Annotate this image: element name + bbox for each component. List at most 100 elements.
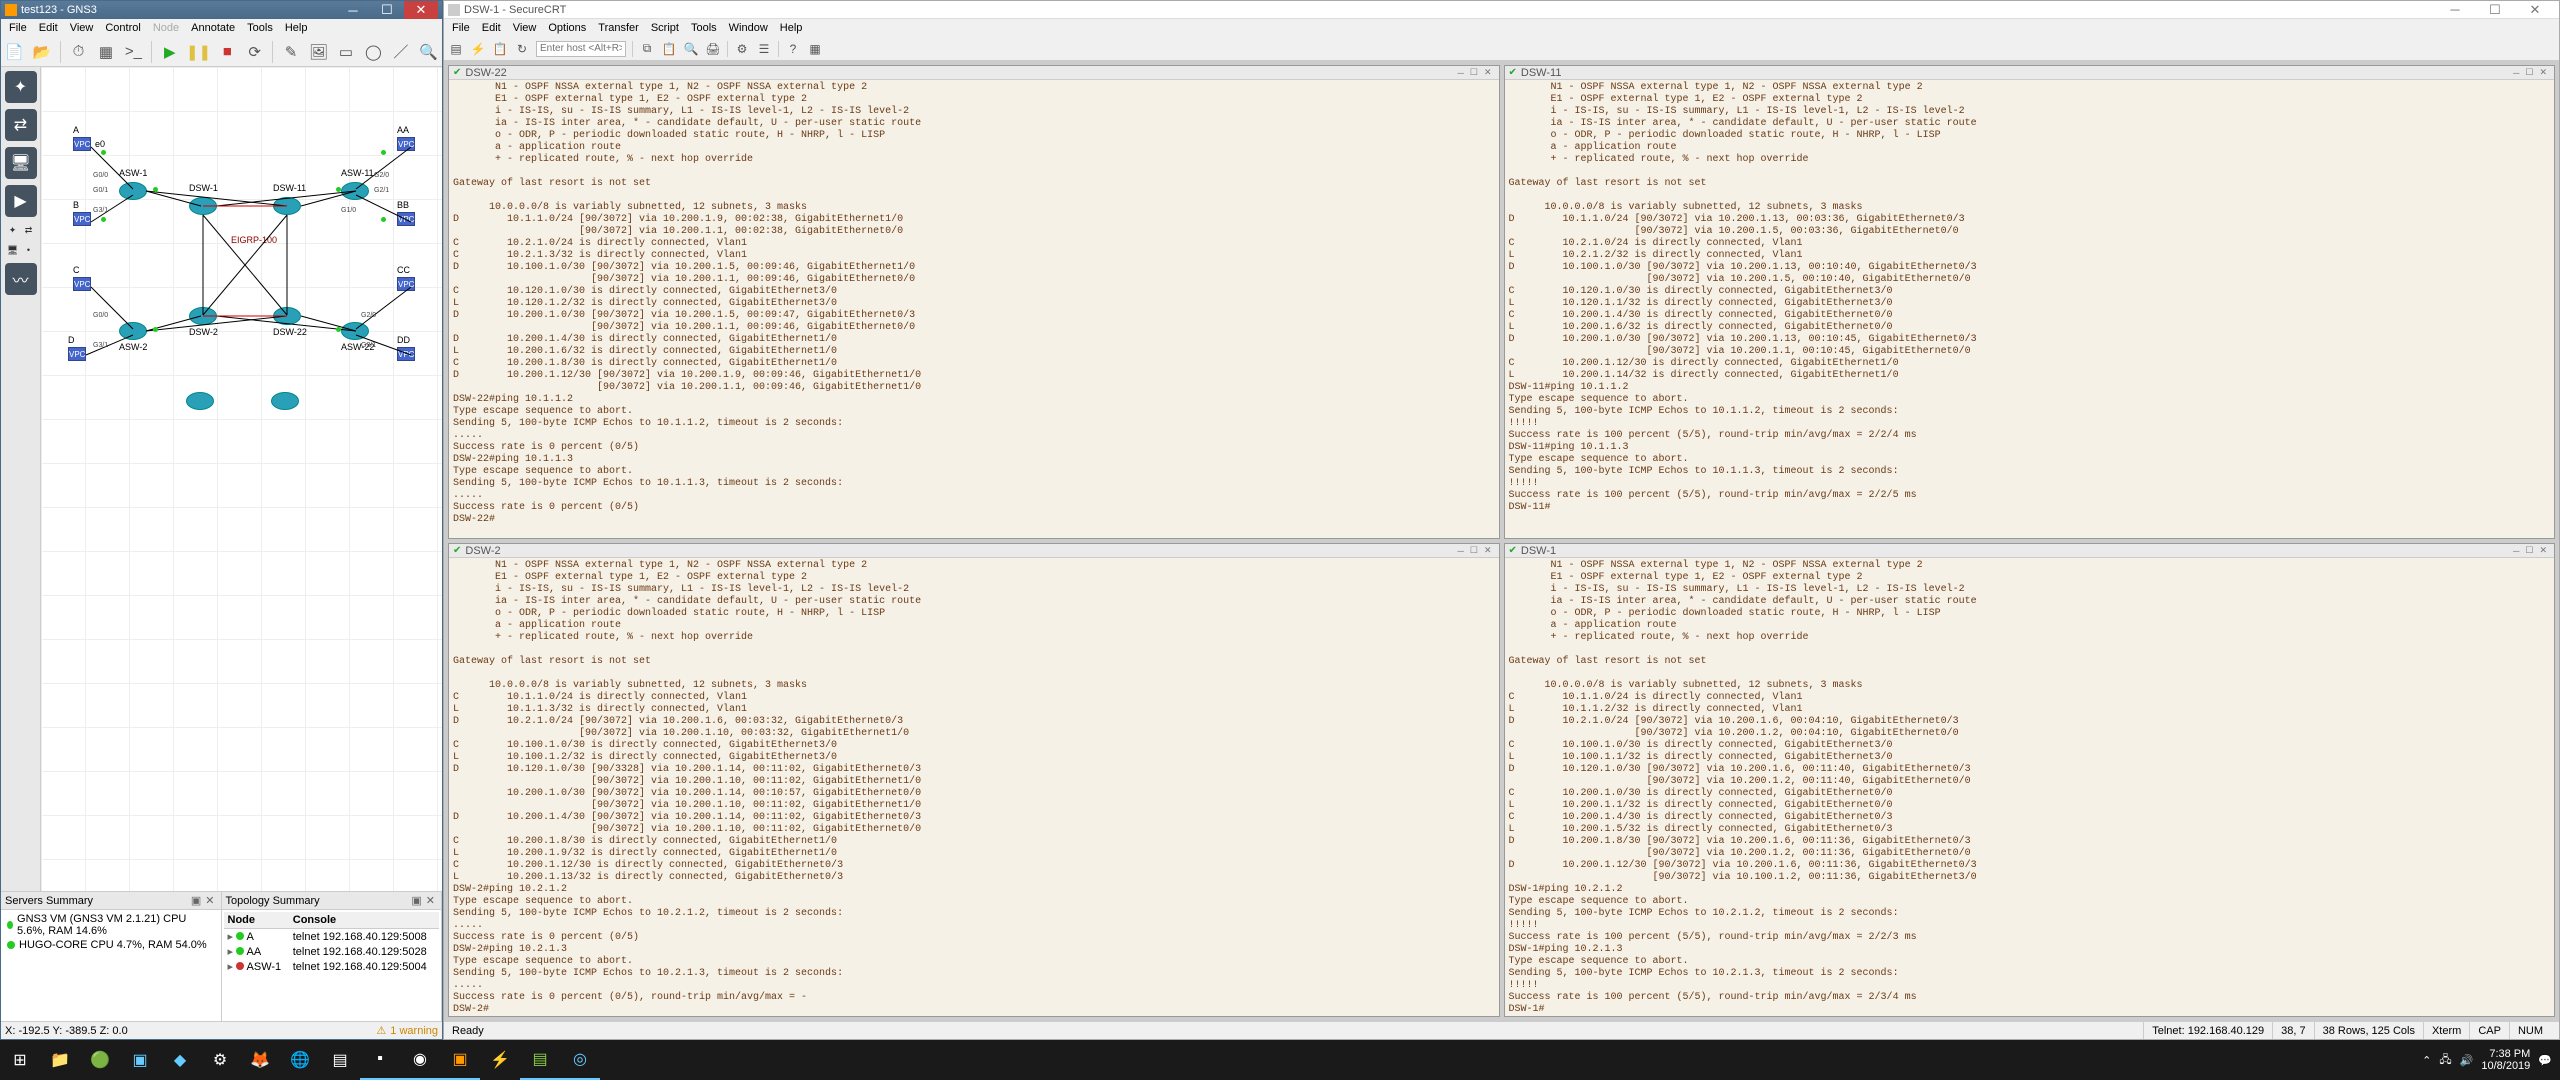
open-project-icon[interactable]: 📂 <box>32 41 51 63</box>
maximize-button[interactable]: ☐ <box>2475 1 2515 19</box>
ellipse-icon[interactable]: ◯ <box>364 41 383 63</box>
copy-icon[interactable]: ⧉ <box>639 41 655 57</box>
show-labels-icon[interactable]: ▦ <box>96 41 115 63</box>
about-icon[interactable]: ▦ <box>807 41 823 57</box>
menu-script[interactable]: Script <box>647 21 683 35</box>
undock-icon[interactable]: ▣ <box>189 894 203 907</box>
warning-icon[interactable]: ⚠ <box>376 1024 386 1037</box>
switch-node[interactable] <box>341 182 369 200</box>
undock-icon[interactable]: ▣ <box>409 894 423 907</box>
system-tray[interactable]: ⌃ 🖧 🔊 7:38 PM 10/8/2019 💬 <box>2422 1048 2560 1072</box>
gns3-taskbar-icon[interactable]: ◎ <box>560 1040 600 1080</box>
switch-node[interactable] <box>341 322 369 340</box>
palette-misc4-icon[interactable]: • <box>22 243 36 257</box>
close-pane-icon[interactable]: ✕ <box>1481 545 1495 556</box>
app10-icon[interactable]: ▤ <box>520 1040 560 1080</box>
print-icon[interactable]: 🖨 <box>705 41 721 57</box>
tray-chevron-icon[interactable]: ⌃ <box>2422 1054 2431 1067</box>
pc-node[interactable]: VPCS <box>73 137 91 151</box>
palette-security-icon[interactable]: ▶ <box>5 185 37 217</box>
tab-label[interactable]: DSW-1 <box>1521 545 1556 557</box>
table-row[interactable]: ▸ Atelnet 192.168.40.129:5008 <box>224 929 440 945</box>
menu-window[interactable]: Window <box>725 21 772 35</box>
close-panel-icon[interactable]: ✕ <box>203 894 216 907</box>
close-button[interactable]: ✕ <box>404 1 438 19</box>
minimize-pane-icon[interactable]: ─ <box>2510 546 2522 556</box>
pc-node[interactable]: VPCS <box>397 277 415 291</box>
palette-link-icon[interactable]: 〰 <box>5 263 37 295</box>
terminal-output[interactable]: N1 - OSPF NSSA external type 1, N2 - OSP… <box>1505 80 2555 538</box>
session-manager-icon[interactable]: ▤ <box>448 41 464 57</box>
maximize-pane-icon[interactable]: ☐ <box>2522 545 2536 556</box>
switch-node[interactable] <box>119 182 147 200</box>
switch-node[interactable] <box>189 197 217 215</box>
app9-icon[interactable]: ⚡ <box>480 1040 520 1080</box>
close-pane-icon[interactable]: ✕ <box>2536 67 2550 78</box>
menu-help[interactable]: Help <box>281 21 312 35</box>
zoom-icon[interactable]: 🔍 <box>419 41 438 63</box>
tray-volume-icon[interactable]: 🔊 <box>2460 1054 2474 1067</box>
palette-misc3-icon[interactable]: 🖥 <box>6 243 20 257</box>
console-icon[interactable]: >_ <box>124 41 143 63</box>
file-explorer-icon[interactable]: 📁 <box>40 1040 80 1080</box>
help-icon[interactable]: ? <box>785 41 801 57</box>
tab-label[interactable]: DSW-2 <box>465 545 500 557</box>
clock[interactable]: 7:38 PM 10/8/2019 <box>2481 1048 2530 1072</box>
palette-endpoints-icon[interactable]: 🖥 <box>5 147 37 179</box>
maximize-pane-icon[interactable]: ☐ <box>1467 545 1481 556</box>
switch-node[interactable] <box>119 322 147 340</box>
palette-routers-icon[interactable]: ✦ <box>5 71 37 103</box>
menu-edit[interactable]: Edit <box>35 21 62 35</box>
firefox-icon[interactable]: 🦊 <box>240 1040 280 1080</box>
crt-titlebar[interactable]: DSW-1 - SecureCRT ─ ☐ ✕ <box>444 1 2559 19</box>
terminal-output[interactable]: N1 - OSPF NSSA external type 1, N2 - OSP… <box>1505 558 2555 1016</box>
minimize-button[interactable]: ─ <box>336 1 370 19</box>
router-node[interactable] <box>271 392 299 410</box>
notifications-icon[interactable]: 💬 <box>2538 1054 2552 1067</box>
tab-label[interactable]: DSW-22 <box>465 67 506 79</box>
maximize-pane-icon[interactable]: ☐ <box>1467 67 1481 78</box>
pc-node[interactable]: VPCS <box>73 277 91 291</box>
menu-view[interactable]: View <box>66 21 98 35</box>
session-options-icon[interactable]: ☰ <box>756 41 772 57</box>
menu-edit[interactable]: Edit <box>478 21 505 35</box>
maximize-button[interactable]: ☐ <box>370 1 404 19</box>
pc-node[interactable]: VPCS <box>73 212 91 226</box>
stop-all-icon[interactable]: ■ <box>218 41 237 63</box>
close-button[interactable]: ✕ <box>2515 1 2555 19</box>
terminal-output[interactable]: N1 - OSPF NSSA external type 1, N2 - OSP… <box>449 558 1499 1016</box>
status-warning[interactable]: 1 warning <box>390 1025 438 1037</box>
menu-tools[interactable]: Tools <box>243 21 277 35</box>
pc-node[interactable]: VPCS <box>68 347 86 361</box>
line-icon[interactable]: ／ <box>391 41 410 63</box>
quickconnect-icon[interactable]: ⚡ <box>470 41 486 57</box>
terminal-output[interactable]: N1 - OSPF NSSA external type 1, N2 - OSP… <box>449 80 1499 538</box>
connect-icon[interactable]: 📋 <box>492 41 508 57</box>
menu-annotate[interactable]: Annotate <box>187 21 239 35</box>
app2-icon[interactable]: ▣ <box>120 1040 160 1080</box>
settings-icon[interactable]: ⚙ <box>200 1040 240 1080</box>
image-icon[interactable]: 🖼 <box>309 41 328 63</box>
pc-node[interactable]: VPCS <box>397 212 415 226</box>
app7-icon[interactable]: ◉ <box>400 1040 440 1080</box>
palette-misc2-icon[interactable]: ⇄ <box>22 223 36 237</box>
menu-help[interactable]: Help <box>776 21 807 35</box>
tab-label[interactable]: DSW-11 <box>1521 67 1562 79</box>
switch-node[interactable] <box>273 307 301 325</box>
menu-transfer[interactable]: Transfer <box>594 21 643 35</box>
palette-misc1-icon[interactable]: ✦ <box>6 223 20 237</box>
minimize-pane-icon[interactable]: ─ <box>2510 68 2522 78</box>
gns3-titlebar[interactable]: test123 - GNS3 ─ ☐ ✕ <box>1 1 442 19</box>
reconnect-icon[interactable]: ↻ <box>514 41 530 57</box>
tray-network-icon[interactable]: 🖧 <box>2439 1051 2451 1070</box>
settings-icon[interactable]: ⚙ <box>734 41 750 57</box>
close-pane-icon[interactable]: ✕ <box>1481 67 1495 78</box>
pc-node[interactable]: VPCS <box>397 137 415 151</box>
maximize-pane-icon[interactable]: ☐ <box>2522 67 2536 78</box>
menu-tools[interactable]: Tools <box>687 21 721 35</box>
app3-icon[interactable]: ◆ <box>160 1040 200 1080</box>
start-all-icon[interactable]: ▶ <box>160 41 179 63</box>
menu-control[interactable]: Control <box>101 21 144 35</box>
minimize-pane-icon[interactable]: ─ <box>1454 546 1466 556</box>
note-icon[interactable]: ✎ <box>281 41 300 63</box>
